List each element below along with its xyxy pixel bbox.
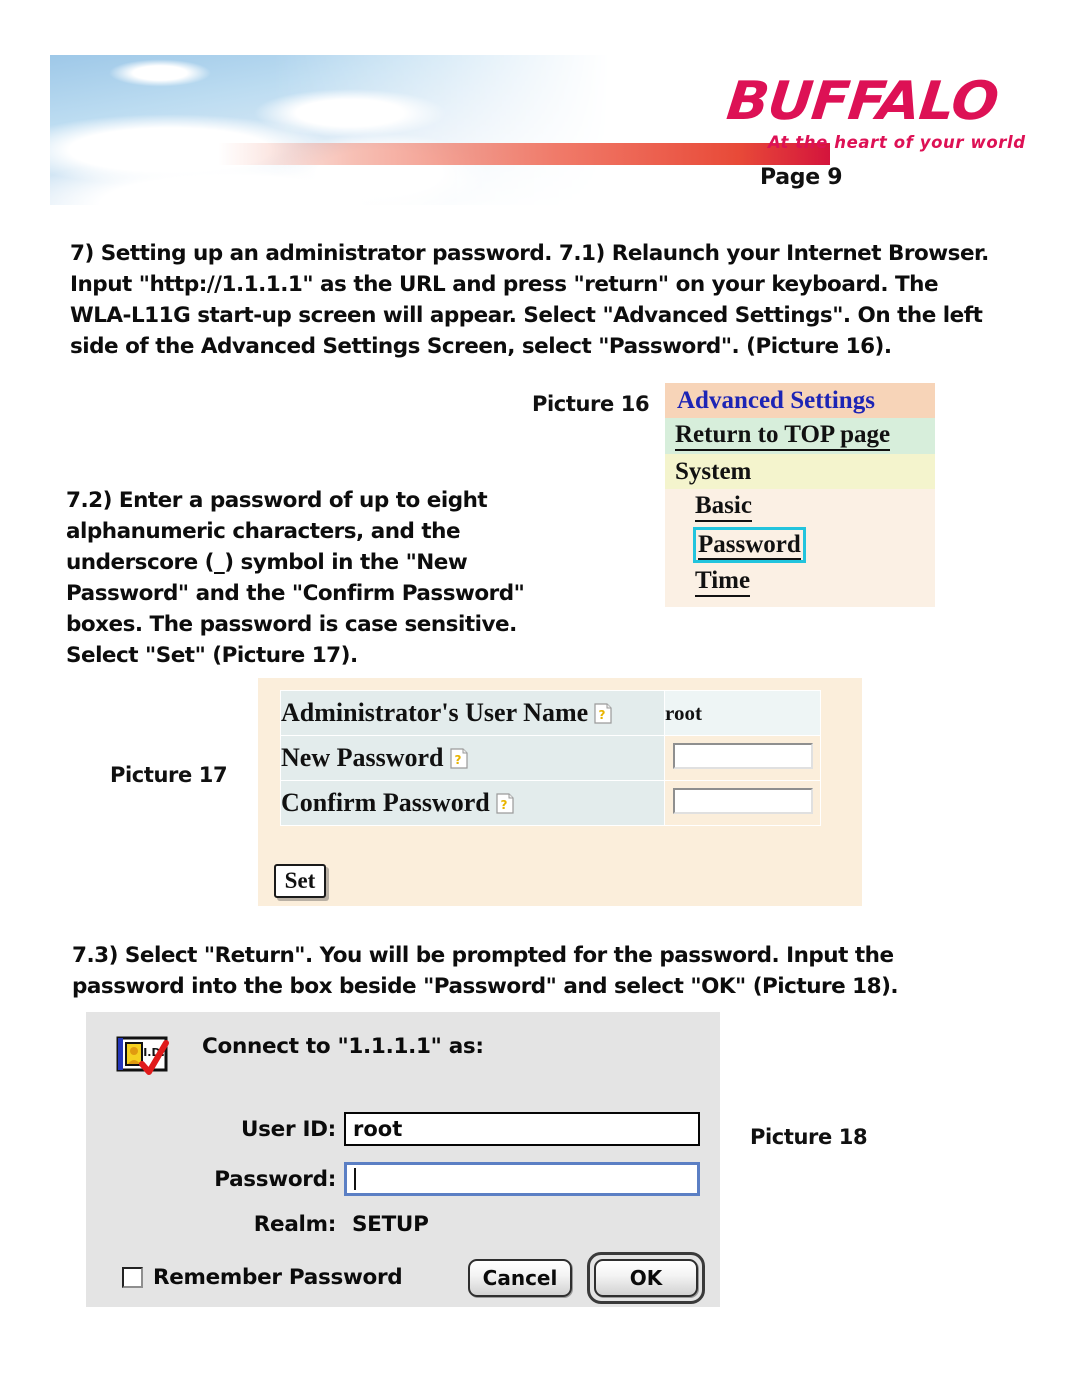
instruction-paragraph-7-2: 7.2) Enter a password of up to eight alp… — [66, 488, 525, 668]
help-icon[interactable]: ? — [449, 748, 469, 770]
password-highlight-box: Password — [693, 526, 806, 563]
menu-label-time: Time — [695, 567, 751, 597]
menu-label-advanced-settings: Advanced Settings — [677, 386, 875, 414]
confirm-password-label-cell: Confirm Password? — [280, 780, 665, 826]
menu-item-password[interactable]: Password — [665, 525, 935, 564]
set-button[interactable]: Set — [274, 864, 326, 898]
menu-label-system: System — [675, 457, 752, 485]
picture18-caption: Picture 18 — [750, 1125, 868, 1149]
table-row: Administrator's User Name? root — [280, 690, 821, 736]
menu-item-return-to-top-page[interactable]: Return to TOP page — [665, 418, 935, 454]
instruction-paragraph-7: 7) Setting up an administrator password.… — [70, 241, 989, 359]
menu-item-advanced-settings[interactable]: Advanced Settings — [665, 383, 935, 418]
admin-username-value: root — [664, 690, 821, 736]
admin-username-label: Administrator's User Name — [281, 698, 589, 727]
remember-password-checkbox-row[interactable]: Remember Password — [122, 1265, 403, 1290]
password-row: Password: — [202, 1162, 700, 1196]
svg-text:?: ? — [599, 708, 606, 722]
menu-label-password: Password — [698, 530, 801, 560]
picture16-caption: Picture 16 — [532, 392, 650, 416]
menu-label-basic: Basic — [695, 492, 752, 522]
menu-item-time[interactable]: Time — [665, 564, 935, 600]
page-number: Page 9 — [760, 165, 843, 190]
help-icon[interactable]: ? — [593, 703, 613, 725]
picture18-auth-dialog: I.D. Connect to "1.1.1.1" as: User ID: r… — [86, 1012, 720, 1307]
text-caret — [354, 1168, 356, 1190]
buffalo-logo-text: BUFFALO — [723, 71, 1001, 132]
admin-username-label-cell: Administrator's User Name? — [280, 690, 665, 736]
cancel-button[interactable]: Cancel — [468, 1259, 572, 1297]
id-badge-icon: I.D. — [116, 1034, 171, 1076]
help-icon[interactable]: ? — [495, 793, 515, 815]
password-label: Password: — [214, 1166, 336, 1192]
user-id-row: User ID: root — [202, 1112, 700, 1146]
password-input[interactable] — [344, 1162, 700, 1196]
table-row: Confirm Password? — [280, 780, 821, 826]
svg-text:?: ? — [454, 753, 461, 767]
realm-value: SETUP — [352, 1212, 429, 1237]
user-id-label: User ID: — [241, 1116, 336, 1142]
confirm-password-input[interactable] — [672, 787, 813, 814]
new-password-input[interactable] — [672, 742, 813, 769]
realm-row: Realm: SETUP — [202, 1212, 429, 1237]
ok-button[interactable]: OK — [594, 1259, 698, 1297]
picture16-advanced-settings-menu: Advanced Settings Return to TOP page Sys… — [665, 383, 935, 607]
page-header: BUFFALO At the heart of your world — [50, 55, 1030, 205]
new-password-label: New Password — [281, 743, 444, 772]
remember-password-label: Remember Password — [153, 1265, 403, 1290]
sky-background-image — [50, 55, 610, 205]
menu-item-basic[interactable]: Basic — [665, 489, 935, 525]
remember-password-checkbox[interactable] — [122, 1267, 143, 1288]
table-row: New Password? — [280, 735, 821, 781]
buffalo-logo-tagline: At the heart of your world — [768, 133, 1026, 152]
dialog-title: Connect to "1.1.1.1" as: — [202, 1034, 484, 1059]
menu-item-system[interactable]: System — [665, 454, 935, 489]
new-password-input-cell — [664, 735, 821, 781]
confirm-password-input-cell — [664, 780, 821, 826]
realm-label: Realm: — [253, 1212, 337, 1237]
user-id-input[interactable]: root — [344, 1112, 700, 1146]
password-form-table: Administrator's User Name? root New Pass… — [280, 690, 821, 826]
new-password-label-cell: New Password? — [280, 735, 665, 781]
picture17-caption: Picture 17 — [110, 763, 228, 787]
picture17-password-form: Administrator's User Name? root New Pass… — [258, 678, 862, 906]
instruction-paragraph-7-3: 7.3) Select "Return". You will be prompt… — [72, 943, 899, 999]
svg-text:?: ? — [500, 798, 507, 812]
menu-label-return-to-top-page: Return to TOP page — [675, 421, 891, 451]
confirm-password-label: Confirm Password — [281, 788, 490, 817]
